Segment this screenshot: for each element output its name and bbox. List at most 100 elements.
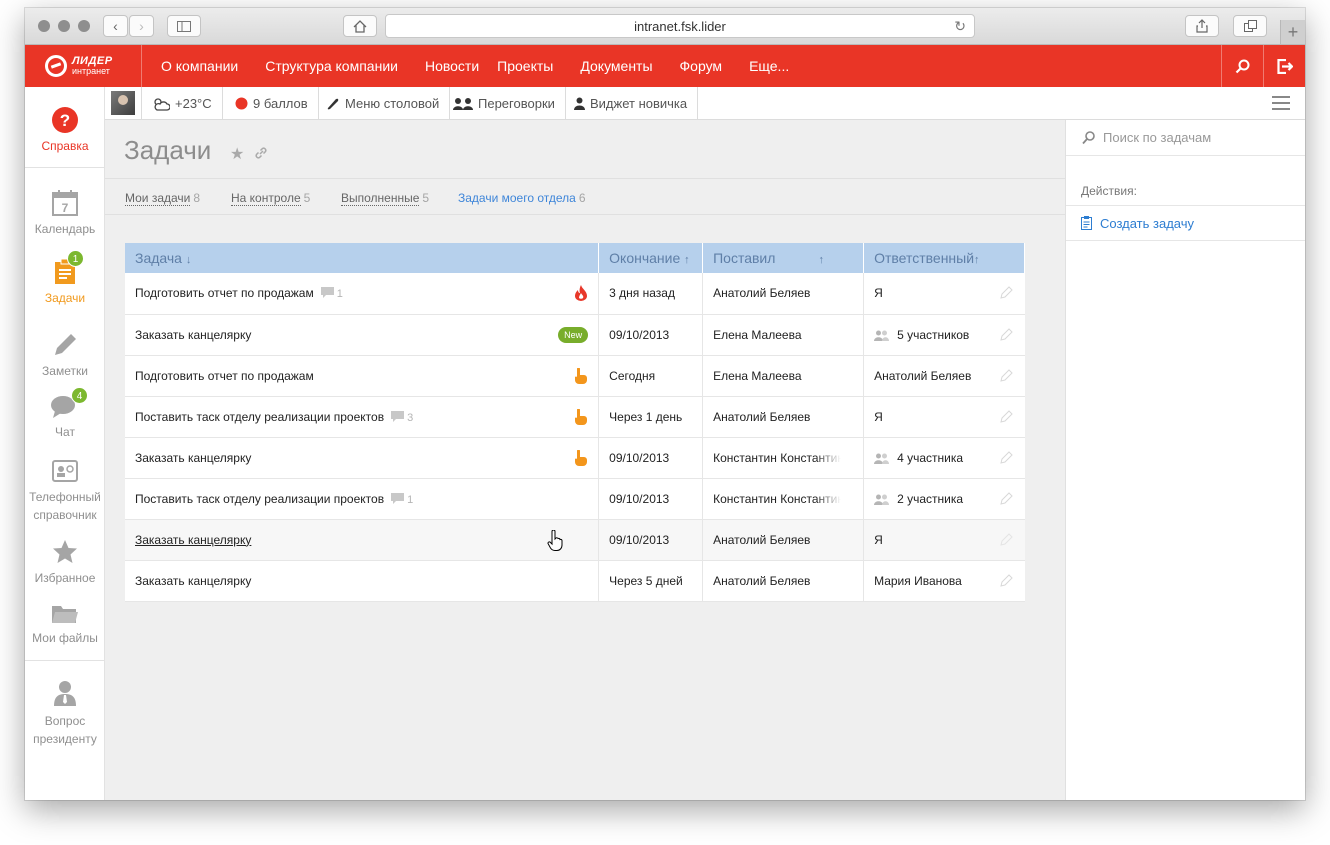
- menu-item-projects[interactable]: Проекты: [497, 58, 553, 74]
- table-row[interactable]: Заказать канцелярку Через 5 дней Анатоли…: [125, 560, 1025, 602]
- responsible-cell[interactable]: Анатолий Беляев: [863, 355, 1025, 397]
- table-row[interactable]: Поставить таск отделу реализации проекто…: [125, 478, 1025, 520]
- task-name[interactable]: Заказать канцелярку: [135, 533, 251, 547]
- star-icon[interactable]: ★: [230, 146, 244, 163]
- home-button[interactable]: [343, 15, 377, 37]
- search-button[interactable]: [1221, 45, 1263, 87]
- column-header-author[interactable]: Поставил ↑: [702, 243, 865, 273]
- task-search-field[interactable]: Поиск по задачам: [1066, 120, 1305, 156]
- responsible-cell[interactable]: 5 участников: [863, 314, 1025, 356]
- hamburger-menu-icon[interactable]: [1272, 96, 1290, 114]
- tab-completed[interactable]: Выполненные 5: [341, 191, 429, 206]
- create-task-link[interactable]: Создать задачу: [1066, 205, 1305, 241]
- tab-control[interactable]: На контроле 5: [231, 191, 310, 206]
- author-cell[interactable]: Константин Константинов: [702, 478, 865, 520]
- sidebar-item-calendar[interactable]: 7 Календарь: [25, 190, 105, 236]
- column-header-task[interactable]: Задача ↓: [125, 243, 600, 273]
- task-cell[interactable]: Заказать канцелярку: [125, 437, 600, 479]
- column-header-responsible[interactable]: Ответственный↑: [863, 243, 1025, 273]
- author-cell[interactable]: Анатолий Беляев: [702, 560, 865, 602]
- table-row[interactable]: Поставить таск отделу реализации проекто…: [125, 396, 1025, 438]
- window-zoom-button[interactable]: [78, 20, 90, 32]
- responsible-cell[interactable]: Я: [863, 519, 1025, 561]
- menu-item-structure[interactable]: Структура компании: [265, 58, 398, 74]
- new-tab-button[interactable]: +: [1280, 20, 1305, 44]
- table-row[interactable]: Подготовить отчет по продажам Сегодня Ел…: [125, 355, 1025, 397]
- responsible-cell[interactable]: Я: [863, 396, 1025, 438]
- meeting-rooms-widget[interactable]: Переговорки: [443, 87, 566, 119]
- author-cell[interactable]: Анатолий Беляев: [702, 396, 865, 438]
- sidebar-item-phonebook[interactable]: Телефонный справочник: [25, 460, 105, 524]
- author-cell[interactable]: Елена Малеева: [702, 314, 865, 356]
- responsible-cell[interactable]: 4 участника: [863, 437, 1025, 479]
- responsible-cell[interactable]: Я: [863, 273, 1025, 315]
- author-cell[interactable]: Константин Константинов: [702, 437, 865, 479]
- canteen-menu-widget[interactable]: Меню столовой: [316, 87, 451, 119]
- link-icon[interactable]: [253, 145, 269, 161]
- window-close-button[interactable]: [38, 20, 50, 32]
- sidebar-item-notes[interactable]: Заметки: [25, 332, 105, 378]
- task-name[interactable]: Подготовить отчет по продажам: [135, 286, 314, 300]
- points-widget[interactable]: 9 баллов: [225, 87, 319, 119]
- task-cell[interactable]: Заказать канцелярку: [125, 519, 600, 561]
- menu-item-about[interactable]: О компании: [161, 58, 238, 74]
- task-name[interactable]: Подготовить отчет по продажам: [135, 369, 314, 383]
- forward-button[interactable]: ›: [129, 15, 154, 37]
- author-cell[interactable]: Анатолий Беляев: [702, 519, 865, 561]
- task-cell[interactable]: Поставить таск отделу реализации проекто…: [125, 478, 600, 520]
- edit-icon[interactable]: [999, 368, 1013, 382]
- table-row[interactable]: Заказать канцелярку 09/10/2013 Константи…: [125, 437, 1025, 479]
- table-row[interactable]: Заказать канцелярку New 09/10/2013 Елена …: [125, 314, 1025, 356]
- sidebar-item-files[interactable]: Мои файлы: [25, 603, 105, 645]
- task-name[interactable]: Заказать канцелярку: [135, 451, 251, 465]
- address-bar[interactable]: intranet.fsk.lider ↻: [385, 14, 975, 38]
- menu-item-news[interactable]: Новости: [425, 58, 479, 74]
- tab-my-tasks[interactable]: Мои задачи 8: [125, 191, 200, 206]
- logout-button[interactable]: [1263, 45, 1305, 87]
- sidebar-item-tasks[interactable]: 1 Задачи: [25, 250, 105, 305]
- user-avatar-widget[interactable]: [105, 87, 142, 119]
- sidebar-toggle-button[interactable]: [167, 15, 201, 37]
- edit-icon[interactable]: [999, 573, 1013, 587]
- author-cell[interactable]: Анатолий Беляев: [702, 273, 865, 315]
- task-name[interactable]: Заказать канцелярку: [135, 328, 251, 342]
- table-row[interactable]: Заказать канцелярку 09/10/2013 Анатолий …: [125, 519, 1025, 561]
- table-row[interactable]: Подготовить отчет по продажам 1 3 дня на…: [125, 273, 1025, 315]
- menu-item-documents[interactable]: Документы: [580, 58, 652, 74]
- weather-widget[interactable]: +23°C: [142, 87, 223, 119]
- folder-icon: [52, 606, 78, 623]
- reload-icon[interactable]: ↻: [954, 18, 966, 35]
- sidebar-item-help[interactable]: ? Справка: [25, 107, 105, 153]
- edit-icon[interactable]: [999, 491, 1013, 505]
- menu-item-forum[interactable]: Форум: [680, 58, 723, 74]
- share-button[interactable]: [1185, 15, 1219, 37]
- task-cell[interactable]: Поставить таск отделу реализации проекто…: [125, 396, 600, 438]
- column-header-label: Ответственный: [874, 250, 975, 266]
- sidebar-item-chat[interactable]: 4 Чат: [25, 387, 105, 439]
- sidebar-item-president[interactable]: Вопрос президенту: [25, 680, 105, 748]
- responsible-cell[interactable]: 2 участника: [863, 478, 1025, 520]
- window-minimize-button[interactable]: [58, 20, 70, 32]
- edit-icon[interactable]: [999, 532, 1013, 546]
- back-button[interactable]: ‹: [103, 15, 128, 37]
- task-name[interactable]: Поставить таск отделу реализации проекто…: [135, 492, 384, 506]
- edit-icon[interactable]: [999, 450, 1013, 464]
- tabs-button[interactable]: [1233, 15, 1267, 37]
- task-cell[interactable]: Заказать канцелярку New: [125, 314, 600, 356]
- task-cell[interactable]: Подготовить отчет по продажам: [125, 355, 600, 397]
- menu-item-more[interactable]: Еще...: [749, 58, 789, 74]
- edit-icon[interactable]: [999, 409, 1013, 423]
- task-name[interactable]: Заказать канцелярку: [135, 574, 251, 588]
- logo[interactable]: ЛИДЕР интранет: [25, 45, 142, 87]
- task-name[interactable]: Поставить таск отделу реализации проекто…: [135, 410, 384, 424]
- edit-icon[interactable]: [999, 286, 1013, 299]
- column-header-deadline[interactable]: Окончание ↑: [598, 243, 704, 273]
- task-cell[interactable]: Подготовить отчет по продажам 1: [125, 273, 600, 315]
- author-cell[interactable]: Елена Малеева: [702, 355, 865, 397]
- responsible-cell[interactable]: Мария Иванова: [863, 560, 1025, 602]
- tab-department-tasks[interactable]: Задачи моего отдела 6: [458, 191, 586, 205]
- task-cell[interactable]: Заказать канцелярку: [125, 560, 600, 602]
- sidebar-item-favorites[interactable]: Избранное: [25, 539, 105, 585]
- edit-icon[interactable]: [999, 327, 1013, 341]
- newbie-widget[interactable]: Виджет новичка: [564, 87, 699, 119]
